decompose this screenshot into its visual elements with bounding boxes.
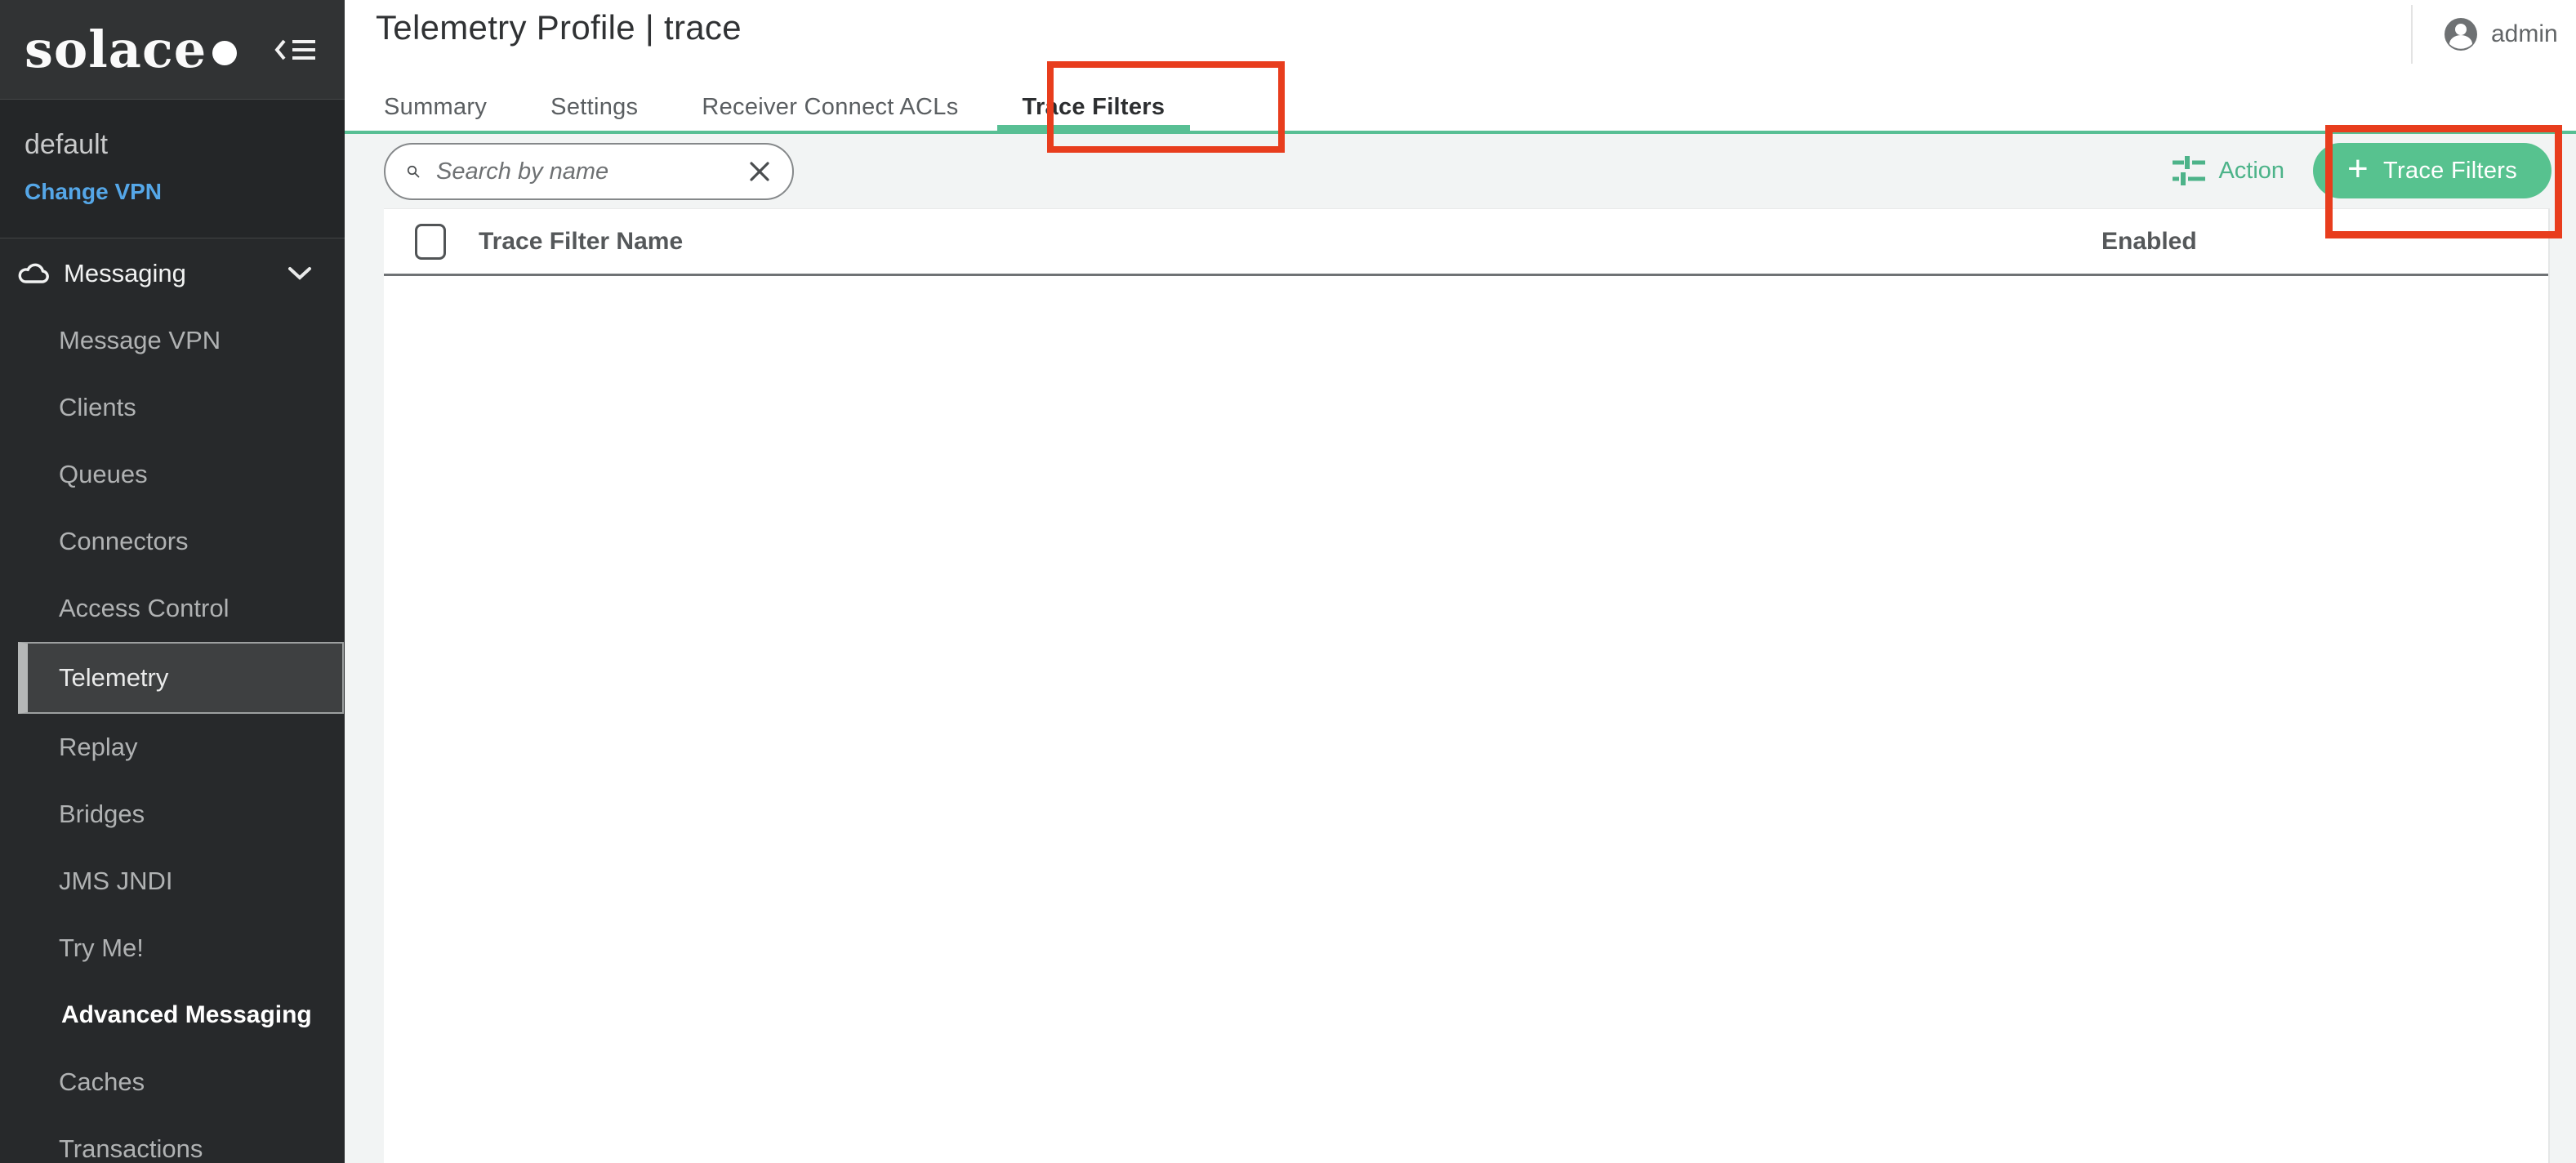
sidebar-item-bridges[interactable]: Bridges xyxy=(0,781,345,848)
sidebar-item-connectors[interactable]: Connectors xyxy=(0,508,345,575)
collapse-sidebar-button[interactable] xyxy=(274,38,317,62)
x-icon xyxy=(748,160,771,183)
solace-logo-dot-icon xyxy=(212,41,237,65)
sidebar-item-message-vpn[interactable]: Message VPN xyxy=(0,307,345,374)
sidebar-item-telemetry[interactable]: Telemetry xyxy=(18,642,344,714)
search-input[interactable] xyxy=(436,158,748,185)
sidebar-item-access-control[interactable]: Access Control xyxy=(0,575,345,642)
sidebar-item-try-me[interactable]: Try Me! xyxy=(0,915,345,982)
vpn-name: default xyxy=(25,129,320,161)
sidebar-item-caches[interactable]: Caches xyxy=(0,1049,345,1116)
sidebar-item-queues[interactable]: Queues xyxy=(0,441,345,508)
sidebar-item-clients[interactable]: Clients xyxy=(0,374,345,441)
clear-search-button[interactable] xyxy=(748,160,771,183)
sidebar-item-transactions[interactable]: Transactions xyxy=(0,1116,345,1163)
action-button[interactable]: Action xyxy=(2171,154,2284,187)
magnifier-icon xyxy=(407,158,420,185)
search-box xyxy=(384,143,794,200)
table-header-row: Trace Filter Name Enabled xyxy=(384,209,2548,276)
main-area: Telemetry Profile | trace admin Summary … xyxy=(345,0,2576,1163)
page-title: Telemetry Profile | trace xyxy=(376,8,742,47)
toolbar: Action + Trace Filters xyxy=(345,134,2576,208)
sidebar-menu: Messaging Message VPN Clients Queues Con… xyxy=(0,238,345,1163)
toolbar-controls: Action + Trace Filters xyxy=(2171,143,2551,198)
change-vpn-link[interactable]: Change VPN xyxy=(25,179,320,205)
solace-logo: solace xyxy=(25,20,237,79)
user-menu[interactable]: admin xyxy=(2411,5,2576,64)
sliders-icon xyxy=(2171,154,2205,187)
tab-summary[interactable]: Summary xyxy=(356,83,515,131)
sidebar-section-messaging[interactable]: Messaging xyxy=(0,240,345,307)
column-header-trace-filter-name: Trace Filter Name xyxy=(479,228,683,256)
tab-receiver-connect-acls[interactable]: Receiver Connect ACLs xyxy=(674,83,986,131)
sidebar-section-advanced-messaging[interactable]: Advanced Messaging xyxy=(0,982,345,1049)
vpn-block: default Change VPN xyxy=(0,100,345,238)
sidebar-logo-row: solace xyxy=(0,0,345,100)
content-area: Action + Trace Filters Trace Filter Name… xyxy=(345,134,2576,1163)
chevron-down-icon xyxy=(287,266,312,281)
add-trace-filters-label: Trace Filters xyxy=(2383,158,2517,185)
cloud-icon xyxy=(18,262,51,285)
tab-trace-filters[interactable]: Trace Filters xyxy=(995,83,1193,131)
person-circle-icon xyxy=(2444,17,2478,51)
select-all-checkbox[interactable] xyxy=(415,224,446,260)
top-bar: Telemetry Profile | trace admin Summary … xyxy=(345,0,2576,134)
tab-bar: Summary Settings Receiver Connect ACLs T… xyxy=(356,83,1192,131)
solace-logo-text: solace xyxy=(25,20,207,79)
add-trace-filters-button[interactable]: + Trace Filters xyxy=(2313,143,2551,198)
action-button-label: Action xyxy=(2218,158,2284,185)
collapse-sidebar-icon xyxy=(274,38,317,62)
sidebar-item-replay[interactable]: Replay xyxy=(0,714,345,781)
sidebar: solace default Change VPN Messaging Mess… xyxy=(0,0,345,1163)
user-name: admin xyxy=(2491,20,2558,48)
tab-settings[interactable]: Settings xyxy=(523,83,666,131)
trace-filters-table: Trace Filter Name Enabled xyxy=(384,208,2550,1163)
column-header-enabled: Enabled xyxy=(2101,228,2197,256)
sidebar-item-jms-jndi[interactable]: JMS JNDI xyxy=(0,848,345,915)
sidebar-section-label: Messaging xyxy=(64,259,186,288)
